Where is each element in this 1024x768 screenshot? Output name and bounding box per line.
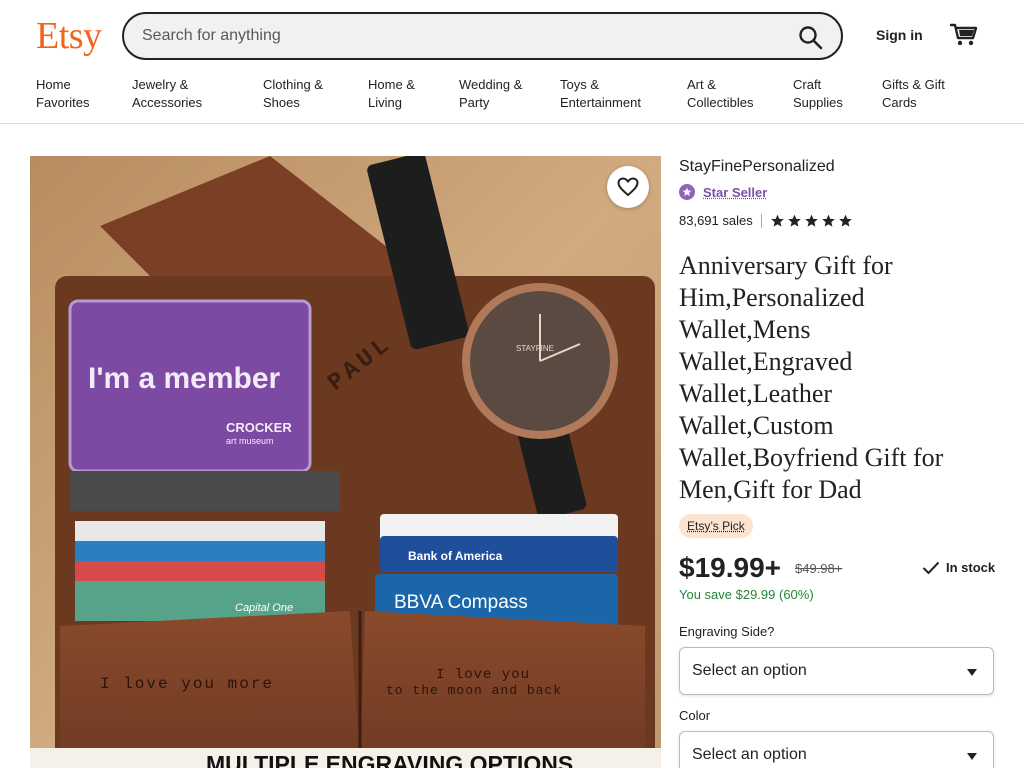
nav-item-craft-supplies[interactable]: Craft Supplies [793, 76, 843, 112]
nav-item-art-collectibles[interactable]: Art & Collectibles [687, 76, 753, 112]
nav-item-gifts-gift-cards[interactable]: Gifts & Gift Cards [882, 76, 945, 112]
nav-item-toys-entertainment[interactable]: Toys & Entertainment [560, 76, 641, 112]
star-icon [838, 214, 852, 227]
etsy-logo[interactable]: Etsy [36, 14, 102, 58]
etsys-pick-badge[interactable]: Etsy’s Pick [679, 514, 753, 538]
stock-status: In stock [922, 560, 995, 575]
shop-name-link[interactable]: StayFinePersonalized [679, 158, 835, 176]
stock-label: In stock [946, 560, 996, 575]
card-bank-capital: Capital One [235, 602, 293, 614]
check-icon [922, 561, 940, 574]
current-price: $19.99+ [679, 552, 781, 583]
search-input[interactable] [142, 24, 762, 48]
search-bar [122, 12, 843, 60]
photo-caption: MULTIPLE ENGRAVING OPTIONS [206, 751, 573, 768]
star-seller-label: Star Seller [703, 184, 768, 200]
savings-text: You save $29.99 (60%) [679, 587, 814, 602]
star-icon [821, 214, 835, 227]
sales-and-rating: 83,691 sales [679, 213, 853, 228]
search-icon [799, 26, 823, 50]
nav-item-home-living[interactable]: Home & Living [368, 76, 415, 112]
card-bank-boa: Bank of America [408, 549, 503, 563]
wallet-photo-illustration: I'm a member CROCKER art museum PAUL STA… [30, 156, 661, 768]
site-header: Etsy Sign in Home Favorites Jewelry & Ac… [0, 0, 1024, 124]
star-seller-icon [679, 184, 695, 200]
color-label: Color [679, 708, 711, 723]
heart-icon [617, 177, 639, 197]
nav-item-home-favorites[interactable]: Home Favorites [36, 76, 89, 112]
star-seller-badge[interactable]: Star Seller [679, 183, 767, 201]
card-bank-bbva: BBVA Compass [394, 592, 528, 613]
star-icon [787, 214, 801, 227]
watch-brand: STAYFINE [516, 344, 554, 353]
caret-down-icon [967, 669, 977, 676]
card-text: I'm a member [88, 362, 281, 395]
card-brand-sub: art museum [226, 436, 274, 446]
original-price: $49.98+ [795, 561, 843, 576]
product-image[interactable]: I'm a member CROCKER art museum PAUL STA… [30, 156, 661, 768]
color-select[interactable]: Select an option [679, 731, 994, 768]
nav-item-clothing-shoes[interactable]: Clothing & Shoes [263, 76, 323, 112]
sign-in-link[interactable]: Sign in [876, 27, 923, 43]
engraving-side-value: Select an option [692, 662, 807, 679]
engraving-right-1: I love you [436, 667, 530, 683]
nav-item-wedding-party[interactable]: Wedding & Party [459, 76, 522, 112]
sales-count: 83,691 sales [679, 213, 753, 228]
rating-stars[interactable] [770, 214, 853, 228]
star-icon [804, 214, 818, 227]
card-brand: CROCKER [226, 420, 292, 435]
divider [760, 213, 762, 228]
cart-button[interactable] [949, 22, 978, 48]
engraving-side-select[interactable]: Select an option [679, 647, 994, 695]
cart-icon [949, 23, 978, 46]
engraving-right-2: to the moon and back [386, 683, 562, 698]
engraving-left: I love you more [100, 675, 274, 693]
nav-item-jewelry-accessories[interactable]: Jewelry & Accessories [132, 76, 202, 112]
caret-down-icon [967, 753, 977, 760]
search-button[interactable] [797, 24, 825, 52]
listing-title: Anniversary Gift for Him,Personalized Wa… [679, 251, 944, 504]
favorite-button[interactable] [607, 166, 649, 208]
color-value: Select an option [692, 746, 807, 763]
star-icon [770, 214, 784, 227]
engraving-side-label: Engraving Side? [679, 624, 775, 639]
category-nav: Home Favorites Jewelry & Accessories Clo… [0, 76, 1024, 116]
